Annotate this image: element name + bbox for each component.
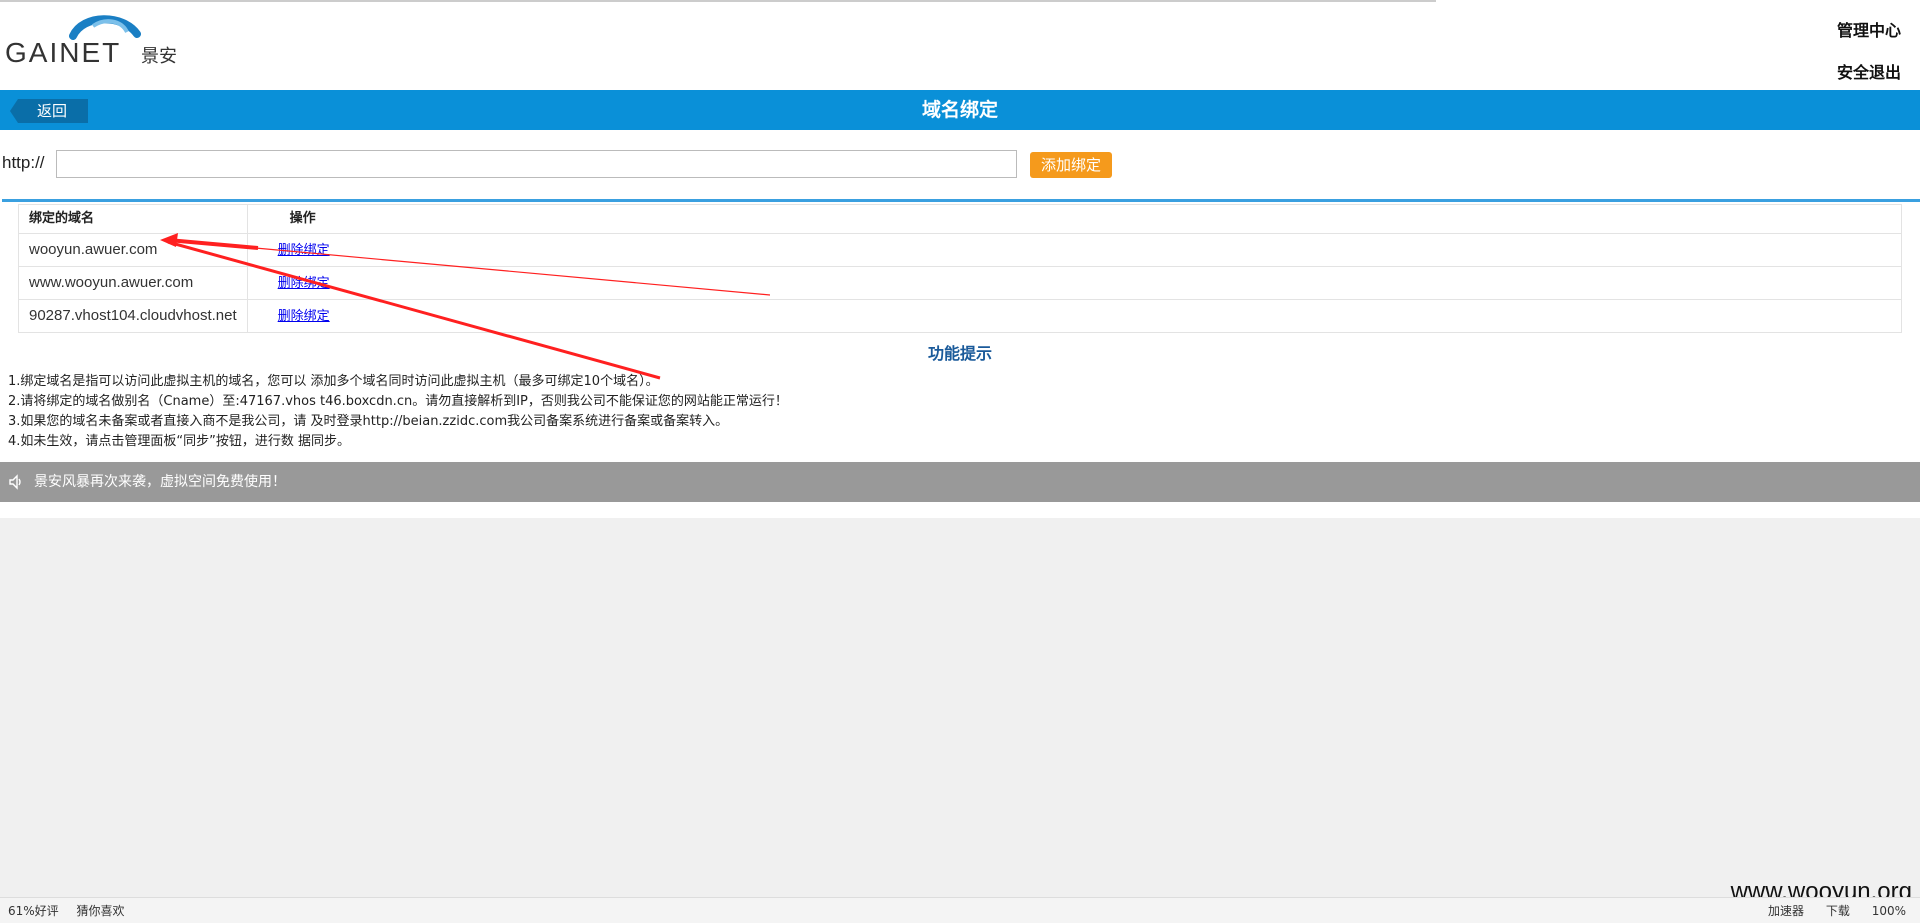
tip-item: 3.如果您的域名未备案或者直接入商不是我公司，请 及时登录http://beia… (8, 414, 729, 429)
top-divider (0, 0, 1436, 2)
domain-cell: wooyun.awuer.com (18, 233, 248, 267)
table-row: wooyun.awuer.com 删除绑定 (18, 233, 1903, 267)
status-left: 61%好评 猜你喜欢 (8, 902, 139, 919)
http-prefix-label: http:// (2, 153, 45, 172)
domain-cell: 90287.vhost104.cloudvhost.net (18, 299, 248, 333)
accelerator-button[interactable]: 加速器 (1768, 904, 1804, 918)
table-row: www.wooyun.awuer.com 删除绑定 (18, 266, 1903, 300)
action-cell: 删除绑定 (246, 266, 1903, 300)
table-header-row: 绑定的域名 操作 (18, 204, 1903, 234)
browser-status-bar: 61%好评 猜你喜欢 加速器 下载 100% (0, 897, 1920, 923)
tip-item: 2.请将绑定的域名做别名（Cname）至:47167.vhos t46.boxc… (8, 394, 788, 409)
zoom-level[interactable]: 100% (1872, 904, 1906, 918)
page-title: 域名绑定 (921, 99, 998, 121)
title-bar: 返回 域名绑定 (0, 90, 1920, 130)
domain-input[interactable] (56, 150, 1017, 178)
delete-binding-link[interactable]: 删除绑定 (278, 308, 330, 323)
download-button[interactable]: 下载 (1826, 904, 1850, 918)
action-cell: 删除绑定 (246, 233, 1903, 267)
recommend-status[interactable]: 猜你喜欢 (77, 904, 125, 918)
rating-status[interactable]: 61%好评 (8, 904, 59, 918)
gainet-logo: GAINET 景安 (5, 15, 177, 68)
tip-item: 4.如未生效，请点击管理面板“同步”按钮，进行数 据同步。 (8, 434, 351, 449)
tips-title: 功能提示 (927, 344, 992, 363)
status-right: 加速器 下载 100% (1750, 902, 1906, 919)
logout-link[interactable]: 安全退出 (1837, 52, 1901, 94)
action-cell: 删除绑定 (246, 299, 1903, 333)
top-links: 管理中心 安全退出 (1837, 10, 1901, 94)
speaker-icon (9, 474, 21, 490)
delete-binding-link[interactable]: 删除绑定 (278, 242, 330, 257)
tips-list: 1.绑定域名是指可以访问此虚拟主机的域名，您可以 添加多个域名同时访问此虚拟主机… (8, 372, 788, 452)
svg-text:景安: 景安 (141, 46, 177, 67)
add-binding-button[interactable]: 添加绑定 (1030, 152, 1112, 178)
column-header-action: 操作 (246, 204, 1903, 234)
svg-text:GAINET: GAINET (5, 37, 121, 68)
delete-binding-link[interactable]: 删除绑定 (278, 275, 330, 290)
column-header-domain: 绑定的域名 (18, 204, 248, 234)
table-row: 90287.vhost104.cloudvhost.net 删除绑定 (18, 299, 1903, 333)
page: GAINET 景安 管理中心 安全退出 返回 域名绑定 http:// 添加绑定… (0, 0, 1920, 518)
notice-bar: 景安风暴再次来袭，虚拟空间免费使用！ (0, 462, 1920, 502)
domain-cell: www.wooyun.awuer.com (18, 266, 248, 300)
section-divider (2, 199, 1920, 202)
manage-center-link[interactable]: 管理中心 (1837, 10, 1901, 52)
bound-domains-table: 绑定的域名 操作 wooyun.awuer.com 删除绑定 www.wooyu… (18, 204, 1903, 333)
notice-text: 景安风暴再次来袭，虚拟空间免费使用！ (34, 474, 286, 490)
tip-item: 1.绑定域名是指可以访问此虚拟主机的域名，您可以 添加多个域名同时访问此虚拟主机… (8, 374, 659, 389)
